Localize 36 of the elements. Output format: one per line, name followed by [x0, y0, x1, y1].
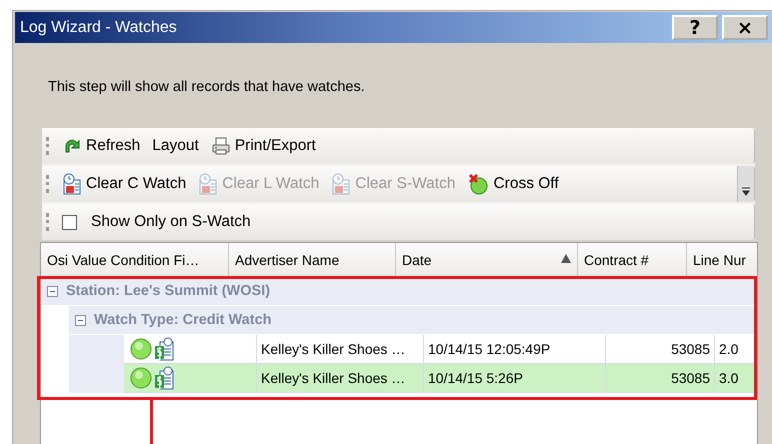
table-row[interactable]: Kelley's Killer Shoes … 10/14/15 5:26P 53085 3.0 — [124, 364, 757, 393]
leader-line — [150, 400, 153, 444]
money-document-icon — [154, 337, 174, 361]
money-document-icon — [154, 366, 174, 390]
column-header[interactable]: Osi Value Condition Fi… — [41, 243, 229, 276]
calendar-clock-icon — [62, 173, 82, 195]
column-header[interactable]: Date — [396, 243, 578, 276]
table-cell: 10/14/15 5:26P — [424, 364, 606, 393]
cross-off-button[interactable]: Cross Off — [463, 169, 563, 199]
column-header[interactable]: Contract # — [578, 243, 687, 276]
print-export-button[interactable]: Print/Export — [206, 131, 320, 161]
overflow-button[interactable] — [737, 166, 754, 202]
table-cell: Kelley's Killer Shoes … — [257, 364, 424, 393]
cross-off-icon — [467, 173, 490, 195]
calendar-clock-icon — [331, 173, 352, 195]
clear-watch-button[interactable]: Clear C Watch — [58, 169, 190, 199]
collapse-icon[interactable] — [75, 314, 86, 326]
help-button[interactable]: ? — [672, 15, 718, 40]
table-cell: 3.0 — [715, 364, 757, 393]
checkbox-icon[interactable] — [62, 214, 77, 230]
sort-ascending-icon — [561, 254, 571, 266]
intro-text: This step will show all records that have watches. — [48, 79, 366, 97]
table-row[interactable]: Kelley's Killer Shoes … 10/14/15 12:05:49P 53085 2.0 — [124, 335, 757, 364]
calendar-clock-icon — [198, 173, 218, 195]
refresh-button[interactable]: Refresh — [58, 131, 144, 161]
window-title: Log Wizard - Watches — [20, 18, 178, 36]
chevron-icon — [741, 187, 751, 196]
status-dot-icon — [130, 367, 152, 389]
status-dot-icon — [130, 338, 152, 360]
collapse-icon[interactable] — [47, 286, 58, 296]
layout-button[interactable]: Layout — [148, 131, 203, 161]
table-cell: 53085 — [606, 364, 715, 393]
printer-icon — [210, 136, 231, 156]
column-header[interactable]: Advertiser Name — [229, 243, 396, 276]
close-button[interactable]: × — [722, 15, 768, 40]
column-header[interactable]: Line Nur — [687, 243, 757, 276]
